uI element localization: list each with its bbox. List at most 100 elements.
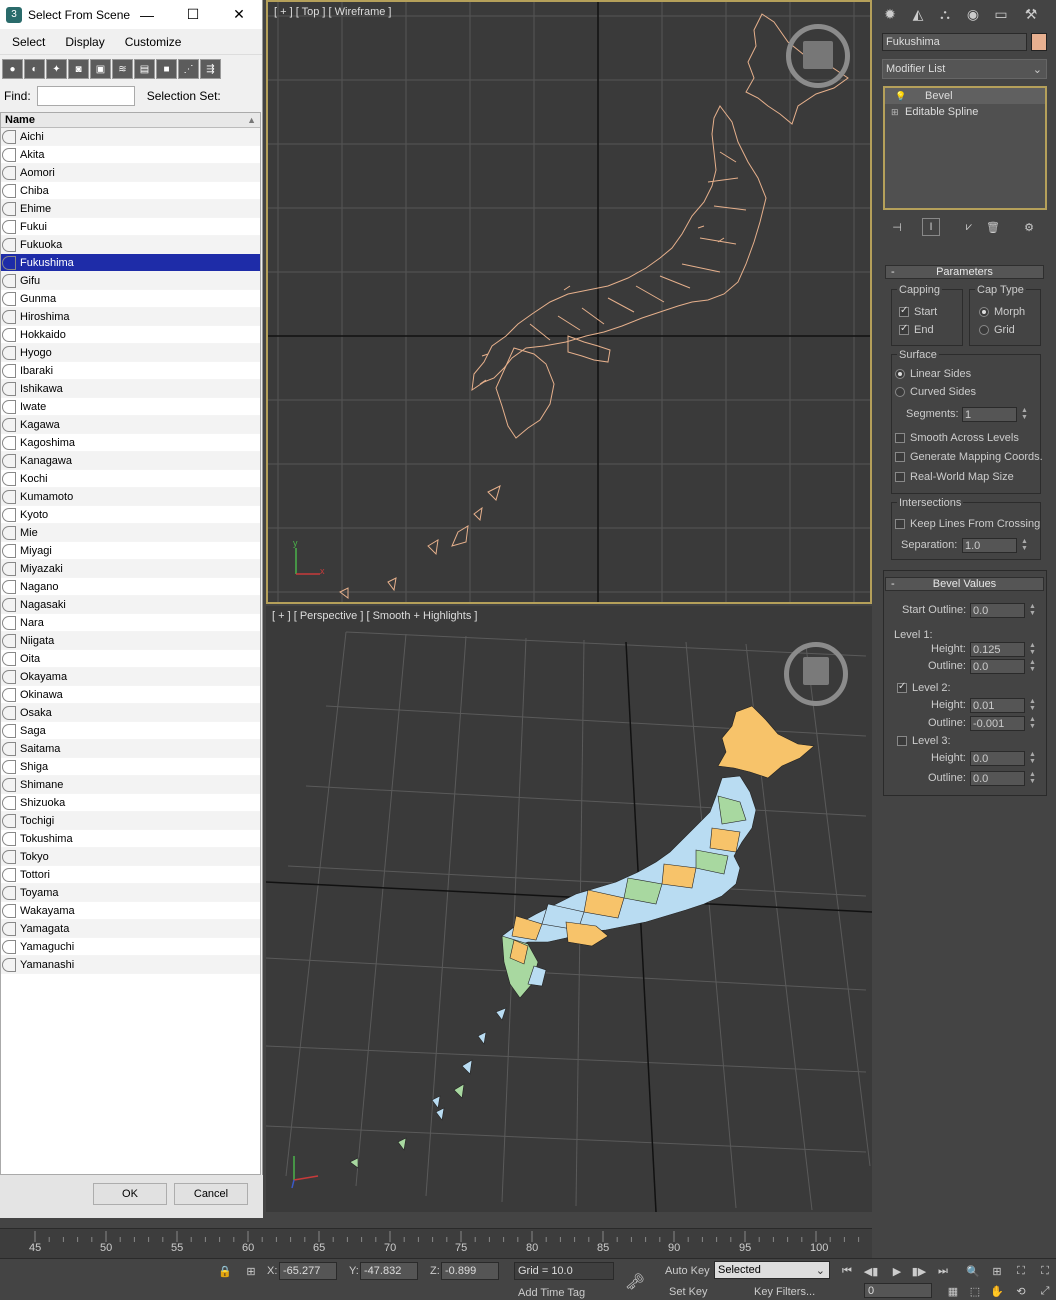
viewcube-icon[interactable]	[786, 24, 850, 88]
list-item[interactable]: Saga	[1, 722, 260, 740]
z-coordinate-field[interactable]: -0.899	[441, 1262, 499, 1280]
make-unique-icon[interactable]: ⩗	[960, 218, 978, 236]
list-item[interactable]: Gifu	[1, 272, 260, 290]
list-item[interactable]: Ibaraki	[1, 362, 260, 380]
show-end-result-icon[interactable]: Ι	[922, 218, 940, 236]
linear-sides-radio[interactable]	[895, 369, 905, 379]
maximize-viewport-icon[interactable]: ⤢	[1036, 1282, 1054, 1300]
list-item[interactable]: Mie	[1, 524, 260, 542]
list-item[interactable]: Osaka	[1, 704, 260, 722]
lights-filter-icon[interactable]: ✦	[46, 59, 67, 79]
display-tab-icon[interactable]: ▭	[990, 3, 1012, 25]
list-item[interactable]: Nagano	[1, 578, 260, 596]
list-item[interactable]: Okinawa	[1, 686, 260, 704]
lock-selection-icon[interactable]: 🔒	[216, 1262, 234, 1280]
list-item[interactable]: Kochi	[1, 470, 260, 488]
next-frame-icon[interactable]: ▮▶	[910, 1262, 928, 1280]
list-item[interactable]: Wakayama	[1, 902, 260, 920]
modify-tab-icon[interactable]: ◭	[907, 3, 929, 25]
list-item[interactable]: Yamaguchi	[1, 938, 260, 956]
start-checkbox[interactable]	[899, 305, 909, 317]
list-item[interactable]: Hiroshima	[1, 308, 260, 326]
expand-icon[interactable]: ⊞	[891, 107, 899, 118]
lightbulb-icon[interactable]: 💡	[895, 91, 906, 102]
level2-height-spinner[interactable]: 0.01	[970, 698, 1025, 713]
level1-height-arrows[interactable]: ▲ ▼	[1029, 642, 1039, 657]
gen-mapping-checkbox[interactable]	[895, 452, 905, 462]
list-item[interactable]: Ishikawa	[1, 380, 260, 398]
groups-filter-icon[interactable]: ▤	[134, 59, 155, 79]
list-item[interactable]: Miyagi	[1, 542, 260, 560]
smooth-across-checkbox[interactable]	[895, 433, 905, 443]
stack-item-bevel[interactable]: 💡 Bevel	[885, 88, 1045, 104]
zoom-region-icon[interactable]: ⬚	[966, 1282, 984, 1300]
list-item[interactable]: Ehime	[1, 200, 260, 218]
play-icon[interactable]: ▶	[888, 1262, 906, 1280]
persp-viewcube-icon[interactable]	[784, 642, 848, 706]
menu-display[interactable]: Display	[65, 35, 104, 49]
absolute-mode-icon[interactable]: ⊞	[242, 1262, 260, 1280]
level1-outline-spinner[interactable]: 0.0	[970, 659, 1025, 674]
ok-button[interactable]: OK	[93, 1183, 167, 1205]
key-icon[interactable]: 🗝	[625, 1273, 645, 1291]
create-tab-icon[interactable]: ✹	[879, 3, 901, 25]
object-color-swatch[interactable]	[1031, 33, 1047, 51]
top-viewport-label[interactable]: [ + ] [ Top ] [ Wireframe ]	[274, 6, 391, 18]
list-item[interactable]: Yamanashi	[1, 956, 260, 974]
curved-sides-radio[interactable]	[895, 387, 905, 397]
zoom-icon[interactable]: 🔍	[964, 1262, 982, 1280]
list-item[interactable]: Kyoto	[1, 506, 260, 524]
list-item[interactable]: Shimane	[1, 776, 260, 794]
cancel-button[interactable]: Cancel	[174, 1183, 248, 1205]
object-name-field[interactable]: Fukushima	[882, 33, 1027, 51]
stack-item-editable-spline[interactable]: ⊞ Editable Spline	[885, 104, 1045, 120]
go-to-end-icon[interactable]: ⏭	[934, 1262, 952, 1280]
level3-height-arrows[interactable]: ▲ ▼	[1029, 751, 1039, 766]
list-item[interactable]: Yamagata	[1, 920, 260, 938]
list-item[interactable]: Aichi	[1, 128, 260, 146]
level1-height-spinner[interactable]: 0.125	[970, 642, 1025, 657]
list-item[interactable]: Tokushima	[1, 830, 260, 848]
viewport-perspective[interactable]: [ + ] [ Perspective ] [ Smooth + Highlig…	[266, 606, 872, 1212]
level3-outline-arrows[interactable]: ▲ ▼	[1029, 771, 1039, 786]
list-item[interactable]: Kanagawa	[1, 452, 260, 470]
list-item[interactable]: Kumamoto	[1, 488, 260, 506]
parameters-rollout-header[interactable]: - Parameters	[885, 265, 1044, 279]
list-item[interactable]: Toyama	[1, 884, 260, 902]
orbit-icon[interactable]: ⟲	[1012, 1282, 1030, 1300]
keep-lines-checkbox[interactable]	[895, 519, 905, 529]
level3-height-spinner[interactable]: 0.0	[970, 751, 1025, 766]
maximize-icon[interactable]: ☐	[170, 0, 216, 29]
level3-checkbox[interactable]	[897, 736, 907, 746]
list-item[interactable]: Kagawa	[1, 416, 260, 434]
auto-key-button[interactable]: Auto Key	[665, 1265, 710, 1277]
hierarchy-tab-icon[interactable]: ⛬	[934, 3, 956, 25]
list-item[interactable]: Akita	[1, 146, 260, 164]
level3-outline-spinner[interactable]: 0.0	[970, 771, 1025, 786]
add-time-tag-button[interactable]: Add Time Tag	[518, 1287, 585, 1299]
list-item[interactable]: Kagoshima	[1, 434, 260, 452]
morph-radio[interactable]	[979, 307, 989, 317]
zoom-all-icon[interactable]: ⊞	[988, 1262, 1006, 1280]
close-icon[interactable]: ✕	[216, 0, 262, 29]
end-checkbox[interactable]	[899, 323, 909, 335]
pan-icon[interactable]: ✋	[988, 1282, 1006, 1300]
persp-viewcube-face[interactable]	[803, 657, 829, 685]
list-item[interactable]: Shiga	[1, 758, 260, 776]
grid-radio[interactable]	[979, 325, 989, 335]
minimize-icon[interactable]: —	[124, 0, 170, 29]
list-item[interactable]: Nara	[1, 614, 260, 632]
separation-spinner-arrows[interactable]: ▲ ▼	[1021, 538, 1031, 553]
zoom-extents-icon[interactable]: ⛶	[1012, 1262, 1030, 1280]
xrefs-filter-icon[interactable]: ■	[156, 59, 177, 79]
list-item[interactable]: Fukushima	[1, 254, 260, 272]
list-item[interactable]: Tochigi	[1, 812, 260, 830]
segments-spinner-arrows[interactable]: ▲ ▼	[1021, 407, 1031, 422]
previous-frame-icon[interactable]: ◀▮	[862, 1262, 880, 1280]
list-item[interactable]: Saitama	[1, 740, 260, 758]
list-item[interactable]: Nagasaki	[1, 596, 260, 614]
start-outline-arrows[interactable]: ▲ ▼	[1029, 603, 1039, 618]
level1-outline-arrows[interactable]: ▲ ▼	[1029, 659, 1039, 674]
current-frame-field[interactable]: 0	[864, 1283, 932, 1298]
viewcube-face[interactable]	[803, 41, 833, 69]
